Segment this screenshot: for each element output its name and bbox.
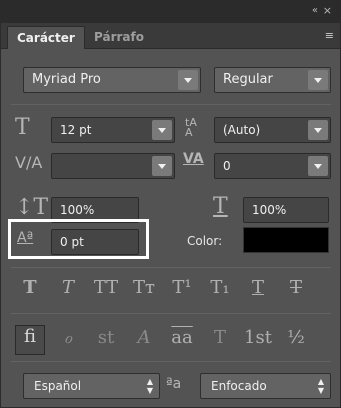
- antialias-icon: ªa: [166, 376, 182, 392]
- panel-menu-icon[interactable]: ≡: [325, 29, 334, 42]
- small-caps-button[interactable]: Tт: [129, 277, 159, 298]
- updown-arrows-icon: ▲ ▼: [317, 377, 324, 395]
- opentype-row: fi ℴ st A aa T 1st ½: [15, 325, 335, 357]
- color-swatch[interactable]: [243, 227, 329, 253]
- vertical-scale-value: 100%: [60, 203, 95, 217]
- chevron-down-icon: [308, 120, 328, 140]
- divider: [11, 361, 331, 362]
- close-icon[interactable]: ×: [323, 4, 332, 17]
- titling-alternates-button[interactable]: T: [205, 327, 235, 348]
- tracking-icon: VA: [183, 151, 204, 167]
- tab-caracter[interactable]: Carácter: [7, 26, 85, 49]
- panel-titlebar: « ×: [1, 1, 340, 23]
- faux-italic-button[interactable]: T: [53, 277, 83, 298]
- swash-button[interactable]: A: [129, 327, 159, 348]
- updown-arrows-icon: ▲ ▼: [146, 377, 153, 395]
- chevron-down-icon: [152, 120, 172, 140]
- tab-bar: Carácter Párrafo ≡: [1, 23, 340, 49]
- faux-bold-button[interactable]: T: [15, 277, 45, 298]
- horizontal-scale-icon: T: [213, 194, 228, 219]
- subscript-button[interactable]: T₁: [205, 277, 235, 298]
- baseline-shift-highlight: [8, 219, 149, 259]
- divider: [11, 313, 331, 314]
- kerning-field[interactable]: [51, 153, 175, 179]
- font-style-dropdown[interactable]: Regular: [214, 67, 331, 93]
- font-family-value: Myriad Pro: [32, 72, 101, 87]
- kerning-icon: V/A: [15, 153, 43, 172]
- font-family-dropdown[interactable]: Myriad Pro: [23, 67, 201, 93]
- ordinals-button[interactable]: 1st: [243, 327, 273, 348]
- chevron-down-icon: [308, 156, 328, 176]
- all-caps-button[interactable]: TT: [91, 277, 121, 298]
- horizontal-scale-value: 100%: [252, 203, 287, 217]
- tracking-field[interactable]: 0: [214, 153, 331, 179]
- horizontal-scale-field[interactable]: 100%: [243, 197, 329, 223]
- chevron-down-icon: [178, 70, 198, 90]
- color-label: Color:: [187, 234, 223, 248]
- tab-parrafo[interactable]: Párrafo: [85, 26, 153, 49]
- antialias-dropdown[interactable]: Enfocado ▲ ▼: [200, 373, 331, 399]
- divider: [11, 267, 331, 268]
- superscript-button[interactable]: T¹: [167, 277, 197, 298]
- leading-field[interactable]: (Auto): [214, 117, 331, 143]
- collapse-icon[interactable]: «: [312, 5, 318, 16]
- font-size-icon: T: [15, 115, 30, 140]
- font-size-field[interactable]: 12 pt: [51, 117, 175, 143]
- font-style-value: Regular: [223, 72, 273, 87]
- leading-value: (Auto): [223, 123, 261, 137]
- font-size-value: 12 pt: [60, 123, 92, 137]
- underline-button[interactable]: T: [243, 277, 273, 298]
- antialias-value: Enfocado: [211, 379, 267, 393]
- language-value: Español: [34, 379, 82, 393]
- discretionary-ligatures-button[interactable]: st: [91, 327, 121, 348]
- old-style-button[interactable]: ℴ: [53, 327, 83, 348]
- strikethrough-button[interactable]: T: [281, 277, 311, 298]
- chevron-down-icon: [308, 70, 328, 90]
- stylistic-alternates-button[interactable]: aa: [167, 327, 197, 348]
- type-style-row: T T TT Tт T¹ T₁ T T: [15, 277, 335, 307]
- chevron-down-icon: [152, 156, 172, 176]
- ligatures-button[interactable]: fi: [15, 325, 45, 355]
- leading-icon: tA A: [185, 116, 197, 139]
- language-dropdown[interactable]: Español ▲ ▼: [23, 373, 160, 399]
- character-panel: « × Carácter Párrafo ≡ Myriad Pro Regula…: [0, 0, 341, 408]
- divider: [11, 104, 331, 105]
- vertical-scale-icon: ↕T: [15, 195, 49, 220]
- fractions-button[interactable]: ½: [281, 327, 311, 348]
- tracking-value: 0: [223, 159, 231, 173]
